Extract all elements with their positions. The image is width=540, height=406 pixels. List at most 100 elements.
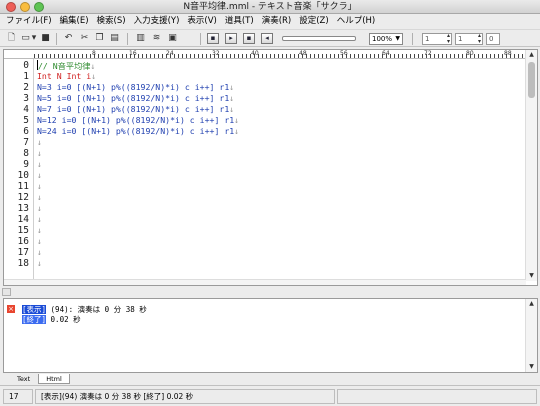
line-number: 15 <box>17 225 29 236</box>
spin-3-value: 0 <box>489 35 494 43</box>
column-ruler: 8 16 24 32 40 48 56 64 72 80 88 <box>4 50 526 59</box>
empty-line-eol: ↓ <box>37 214 42 224</box>
mml-text: N=7 i=0 [(N+1) p%((8192/N)*i) c i++] r1 <box>37 104 230 114</box>
window-title: N音平均律.mml - テキスト音楽「サクラ」 <box>183 2 357 12</box>
line-number: 12 <box>17 192 29 203</box>
menu-help[interactable]: ヘルプ(H) <box>333 14 380 29</box>
output-message: 0.02 秒 <box>46 315 81 324</box>
line-number: 18 <box>17 258 29 269</box>
status-empty-cell <box>337 389 537 404</box>
toolbar-separator <box>200 33 201 45</box>
spinner-arrows-icon[interactable]: ▴ ▾ <box>478 33 481 45</box>
menu-view[interactable]: 表示(V) <box>183 14 220 29</box>
editor-horizontal-scrollbar[interactable] <box>4 279 526 285</box>
paste-icon[interactable]: ▤ <box>108 32 121 45</box>
line-number: 3 <box>23 93 29 104</box>
empty-line-eol: ↓ <box>37 236 42 246</box>
eol-mark: ↓ <box>90 61 96 71</box>
empty-line-eol: ↓ <box>37 181 42 191</box>
spin-field-1[interactable]: 1 ▴ ▾ <box>422 33 452 45</box>
mml-text: N=12 i=0 [(N+1) p%((8192/N)*i) c i++] r1 <box>37 115 235 125</box>
ruler-label: 24 <box>166 50 174 57</box>
ruler-label: 56 <box>340 50 348 57</box>
ruler-label: 48 <box>299 50 307 57</box>
scroll-down-icon[interactable]: ▼ <box>526 271 537 281</box>
code-line: Int N Int i↓ <box>37 71 96 82</box>
settings-icon[interactable]: ≋ <box>150 32 163 45</box>
piano-icon[interactable]: ▥ <box>134 32 147 45</box>
editor-vertical-scrollbar[interactable]: ▲ ▼ <box>525 50 537 281</box>
menu-tools[interactable]: 道具(T) <box>221 14 258 29</box>
play-icon[interactable]: ▸ <box>225 33 237 44</box>
open-dropdown-icon[interactable]: ▾ <box>30 32 38 45</box>
menu-settings[interactable]: 設定(Z) <box>295 14 332 29</box>
minimize-window-button[interactable] <box>20 2 30 12</box>
line-number: 17 <box>17 247 29 258</box>
ruler-label: 16 <box>129 50 137 57</box>
menu-input-support[interactable]: 入力支援(Y) <box>130 14 184 29</box>
code-line: N=5 i=0 [(N+1) p%((8192/N)*i) c i++] r1↓ <box>37 93 234 104</box>
picture-icon[interactable]: ▣ <box>166 32 179 45</box>
code-line: N=24 i=0 [(N+1) p%((8192/N)*i) c i++] r1… <box>37 126 239 137</box>
output-vertical-scrollbar[interactable]: ▲ ▼ <box>525 299 537 372</box>
title-bar: N音平均律.mml - テキスト音楽「サクラ」 <box>0 0 540 14</box>
cut-icon[interactable]: ✂ <box>78 32 91 45</box>
tempo-slider[interactable] <box>282 36 356 41</box>
output-tag: [終了] <box>22 315 47 324</box>
empty-line-eol: ↓ <box>37 225 42 235</box>
scroll-up-icon[interactable]: ▲ <box>526 299 537 309</box>
play-from-start-icon[interactable]: ▪ <box>207 33 219 44</box>
line-number: 5 <box>23 115 29 126</box>
comment-text: // N音平均律 <box>38 61 91 71</box>
close-output-icon[interactable]: × <box>7 305 15 313</box>
splitter-handle[interactable] <box>2 288 11 296</box>
output-message: (94): 演奏は 0 分 38 秒 <box>46 305 147 314</box>
eol-mark: ↓ <box>234 115 240 125</box>
stop-icon[interactable]: ▪ <box>243 33 255 44</box>
ruler-label: 64 <box>382 50 390 57</box>
zoom-value: 100% <box>372 35 393 43</box>
menu-file[interactable]: ファイル(F) <box>2 14 56 29</box>
editor-pane[interactable]: 8 16 24 32 40 48 56 64 72 80 88 0 1 2 3 … <box>3 49 538 286</box>
line-number: 16 <box>17 236 29 247</box>
copy-icon[interactable]: ❐ <box>93 32 106 45</box>
eol-mark: ↓ <box>229 104 235 114</box>
ruler-label: 72 <box>424 50 432 57</box>
output-line: [終了] 0.02 秒 <box>22 315 81 325</box>
menu-bar: ファイル(F) 編集(E) 検索(S) 入力支援(Y) 表示(V) 道具(T) … <box>0 14 540 29</box>
undo-icon[interactable]: ↶ <box>62 32 75 45</box>
new-file-icon[interactable]: 🗋 <box>5 32 18 45</box>
rewind-icon[interactable]: ◂ <box>261 33 273 44</box>
eol-mark: ↓ <box>234 126 240 136</box>
empty-line-eol: ↓ <box>37 203 42 213</box>
spin-2-value: 1 <box>458 35 463 43</box>
code-line: N=7 i=0 [(N+1) p%((8192/N)*i) c i++] r1↓ <box>37 104 234 115</box>
eol-mark: ↓ <box>229 82 235 92</box>
pane-splitter[interactable] <box>0 287 540 297</box>
ruler-ticks <box>34 54 526 58</box>
output-pane[interactable]: × [表示] (94): 演奏は 0 分 38 秒 [終了] 0.02 秒 ▲ … <box>3 298 538 373</box>
spin-field-3[interactable]: 0 <box>486 33 500 45</box>
spin-field-2[interactable]: 1 ▴ ▾ <box>455 33 483 45</box>
save-icon[interactable]: ■ <box>39 32 52 45</box>
code-line: N=3 i=0 [(N+1) p%((8192/N)*i) c i++] r1↓ <box>37 82 234 93</box>
empty-line-eol: ↓ <box>37 258 42 268</box>
scroll-thumb[interactable] <box>528 62 535 98</box>
scroll-up-icon[interactable]: ▲ <box>526 50 537 60</box>
spinner-arrows-icon[interactable]: ▴ ▾ <box>447 33 450 45</box>
menu-search[interactable]: 検索(S) <box>93 14 130 29</box>
menu-play[interactable]: 演奏(R) <box>258 14 296 29</box>
zoom-window-button[interactable] <box>34 2 44 12</box>
status-message: [表示](94) 演奏は 0 分 38 秒 [終了] 0.02 秒 <box>35 389 335 404</box>
zoom-select[interactable]: 100% ▼ <box>369 33 403 45</box>
code-area[interactable]: // N音平均律↓ Int N Int i↓ N=3 i=0 [(N+1) p%… <box>37 59 522 281</box>
empty-line-eol: ↓ <box>37 137 42 147</box>
eol-mark: ↓ <box>229 93 235 103</box>
tab-text[interactable]: Text <box>12 374 35 384</box>
tab-html[interactable]: Html <box>38 374 70 384</box>
empty-line-eol: ↓ <box>37 192 42 202</box>
menu-edit[interactable]: 編集(E) <box>56 14 93 29</box>
ruler-label: 80 <box>466 50 474 57</box>
close-window-button[interactable] <box>6 2 16 12</box>
scroll-down-icon[interactable]: ▼ <box>526 362 537 372</box>
